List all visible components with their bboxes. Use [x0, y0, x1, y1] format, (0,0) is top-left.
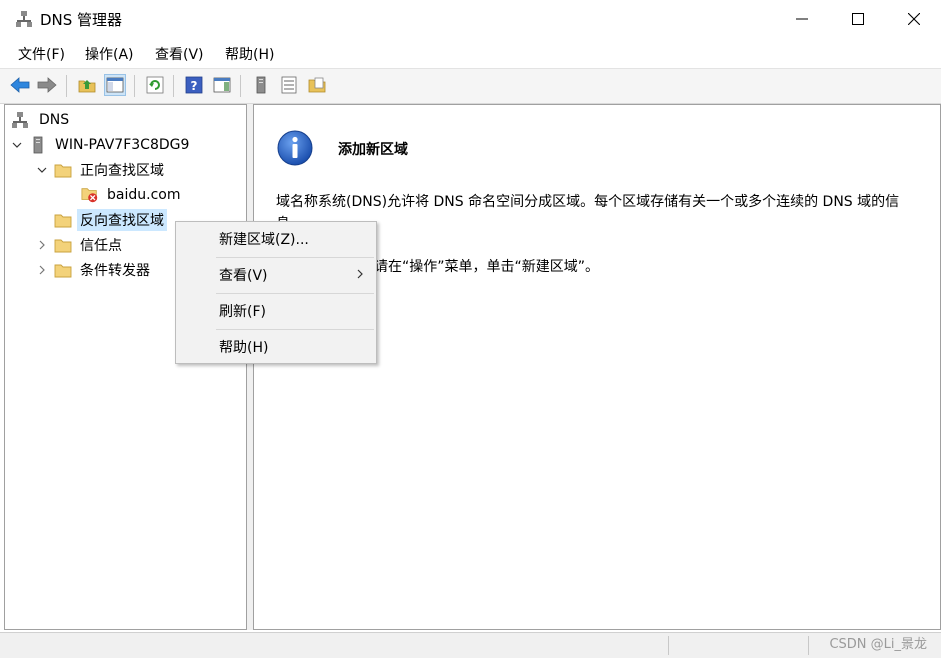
dns-manager-window: DNS 管理器 文件(F) 操作(A) 查看(V) 帮助(H) ? DNS WI… — [0, 0, 941, 658]
svg-text:?: ? — [191, 79, 198, 93]
close-button[interactable] — [886, 0, 941, 38]
server-icon — [29, 136, 47, 154]
panel-description: 域名称系统(DNS)允许将 DNS 命名空间分成区域。每个区域存储有关一个或多个… — [276, 194, 900, 225]
menu-separator — [216, 257, 374, 258]
menu-separator — [216, 329, 374, 330]
console-tree-pane: DNS WIN-PAV7F3C8DG9 正向查找区域 baidu.com 反向查… — [4, 104, 247, 630]
tree-label: 反向查找区域 — [77, 209, 167, 231]
tree-node-server[interactable]: WIN-PAV7F3C8DG9 — [11, 134, 192, 156]
context-menu: 新建区域(Z)... 查看(V) 刷新(F) 帮助(H) — [175, 221, 377, 364]
context-item-label: 新建区域(Z)... — [219, 232, 309, 248]
context-item-view[interactable]: 查看(V) — [176, 260, 376, 290]
tree-node-dns[interactable]: DNS — [11, 109, 72, 131]
menu-view[interactable]: 查看(V) — [153, 44, 206, 64]
toolbar-separator — [240, 75, 241, 97]
menu-bar: 文件(F) 操作(A) 查看(V) 帮助(H) — [0, 38, 941, 68]
tree-label: 正向查找区域 — [80, 163, 164, 179]
tree-label: 条件转发器 — [80, 263, 150, 279]
maximize-button[interactable] — [830, 0, 886, 38]
context-item-refresh[interactable]: 刷新(F) — [176, 296, 376, 326]
tree-node-forward-zones[interactable]: 正向查找区域 — [36, 159, 167, 181]
menu-action[interactable]: 操作(A) — [83, 44, 136, 64]
watermark: CSDN @Li_景龙 — [829, 637, 927, 652]
dns-network-icon — [11, 112, 29, 128]
status-segment — [668, 636, 669, 655]
menu-help[interactable]: 帮助(H) — [223, 44, 276, 64]
info-icon — [276, 129, 314, 167]
help-icon[interactable]: ? — [183, 74, 205, 96]
server-icon[interactable] — [250, 74, 272, 96]
context-item-label: 帮助(H) — [219, 340, 269, 356]
back-icon[interactable] — [9, 74, 31, 96]
chevron-right-icon[interactable] — [36, 264, 48, 276]
toolbar-separator — [173, 75, 174, 97]
list-icon[interactable] — [278, 74, 300, 96]
context-item-label: 查看(V) — [219, 268, 268, 284]
toolbar-separator — [134, 75, 135, 97]
folder-icon — [54, 162, 72, 178]
tree-label: DNS — [39, 112, 70, 128]
status-segment — [808, 636, 809, 655]
submenu-arrow-icon — [356, 268, 364, 284]
details-pane: 添加新区域 域名称系统(DNS)允许将 DNS 命名空间分成区域。每个区域存储有… — [253, 104, 941, 630]
context-item-new-zone[interactable]: 新建区域(Z)... — [176, 224, 376, 254]
zone-error-icon — [81, 187, 99, 203]
chevron-down-icon[interactable] — [11, 139, 23, 151]
toolbar-separator — [66, 75, 67, 97]
status-bar — [0, 632, 941, 658]
tree-node-conditional-forwarders[interactable]: 条件转发器 — [36, 259, 153, 281]
context-item-help[interactable]: 帮助(H) — [176, 332, 376, 362]
forward-icon[interactable] — [36, 74, 58, 96]
chevron-right-icon[interactable] — [36, 239, 48, 251]
folder-icon — [54, 212, 72, 228]
menu-file[interactable]: 文件(F) — [16, 44, 67, 64]
minimize-button[interactable] — [774, 0, 830, 38]
tree-node-reverse-zones[interactable]: 反向查找区域 — [54, 209, 167, 231]
menu-separator — [216, 293, 374, 294]
folder-properties-icon[interactable] — [306, 74, 328, 96]
show-hide-console-tree-icon[interactable] — [104, 74, 126, 96]
tree-node-zone-baidu[interactable]: baidu.com — [81, 184, 183, 206]
refresh-icon[interactable] — [144, 74, 166, 96]
action-pane-icon[interactable] — [211, 74, 233, 96]
title-bar[interactable]: DNS 管理器 — [0, 0, 941, 38]
folder-icon — [54, 262, 72, 278]
dns-app-icon — [16, 10, 32, 28]
tree-label: 信任点 — [80, 238, 122, 254]
tree-label: baidu.com — [107, 187, 181, 203]
tree-node-trust-points[interactable]: 信任点 — [36, 234, 125, 256]
toolbar: ? — [0, 68, 941, 104]
up-folder-icon[interactable] — [76, 74, 98, 96]
context-item-label: 刷新(F) — [219, 304, 266, 320]
folder-icon — [54, 237, 72, 253]
panel-title: 添加新区域 — [338, 142, 408, 158]
window-title: DNS 管理器 — [40, 11, 123, 29]
chevron-down-icon[interactable] — [36, 164, 48, 176]
tree-label: WIN-PAV7F3C8DG9 — [55, 137, 190, 153]
